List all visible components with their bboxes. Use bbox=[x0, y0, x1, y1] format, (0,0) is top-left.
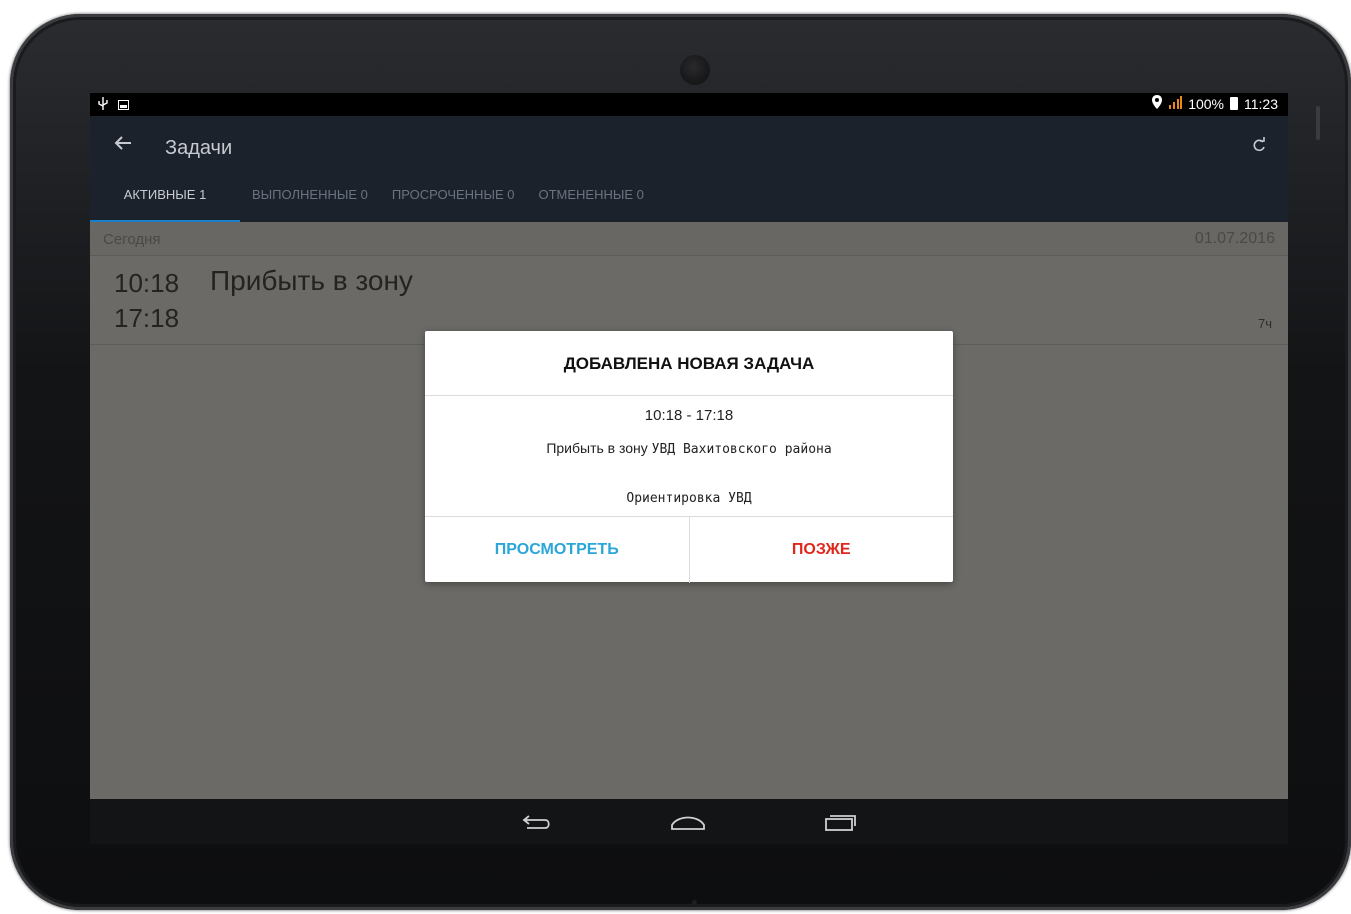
status-bar: 100% 11:23 bbox=[90, 93, 1288, 116]
image-icon bbox=[118, 97, 129, 113]
back-arrow-icon[interactable] bbox=[114, 134, 132, 157]
back-nav-icon[interactable] bbox=[517, 807, 557, 837]
usb-icon bbox=[98, 97, 108, 113]
tab-completed[interactable]: ВЫПОЛНЕННЫЕ 0 bbox=[240, 182, 380, 222]
signal-icon bbox=[1168, 95, 1183, 112]
dialog-message-prefix: Прибыть в зону bbox=[546, 440, 648, 456]
home-nav-icon[interactable] bbox=[668, 807, 708, 837]
tab-overdue[interactable]: ПРОСРОЧЕННЫЕ 0 bbox=[380, 182, 527, 222]
front-camera bbox=[680, 55, 710, 85]
tab-bar: АКТИВНЫЕ 1 ВЫПОЛНЕННЫЕ 0 ПРОСРОЧЕННЫЕ 0 … bbox=[90, 182, 656, 222]
dialog-message-detail: УВД Вахитовского района bbox=[651, 442, 832, 457]
task-end-time: 17:18 bbox=[114, 303, 180, 333]
dialog-note: Ориентировка УВД bbox=[626, 491, 752, 506]
task-title: Прибыть в зону bbox=[210, 265, 413, 296]
task-start-time: 10:18 bbox=[114, 268, 180, 298]
battery-percent: 100% bbox=[1188, 95, 1224, 112]
new-task-dialog: ДОБАВЛЕНА НОВАЯ ЗАДАЧА 10:18 - 17:18 При… bbox=[425, 331, 953, 583]
view-button[interactable]: ПРОСМОТРЕТЬ bbox=[425, 517, 690, 583]
page-title: Задачи bbox=[165, 137, 233, 159]
section-header: Сегодня 01.07.2016 bbox=[90, 222, 1288, 256]
navigation-bar bbox=[90, 799, 1288, 844]
tab-active[interactable]: АКТИВНЫЕ 1 bbox=[90, 182, 240, 222]
location-icon bbox=[1152, 95, 1163, 112]
power-button bbox=[1316, 106, 1320, 140]
dialog-time-range: 10:18 - 17:18 bbox=[644, 407, 734, 424]
dialog-title: ДОБАВЛЕНА НОВАЯ ЗАДАЧА bbox=[425, 331, 953, 396]
clock: 11:23 bbox=[1244, 95, 1278, 112]
battery-icon bbox=[1230, 97, 1238, 110]
section-label: Сегодня bbox=[103, 231, 161, 248]
later-button[interactable]: ПОЗЖЕ bbox=[690, 517, 954, 583]
microphone-dot bbox=[692, 900, 697, 905]
task-duration: 7ч bbox=[1257, 316, 1272, 331]
app-bar: Задачи АКТИВНЫЕ 1 ВЫПОЛНЕННЫЕ 0 ПРОСРОЧЕ… bbox=[90, 116, 1288, 222]
section-date: 01.07.2016 bbox=[1194, 230, 1275, 247]
refresh-icon[interactable] bbox=[1252, 136, 1266, 159]
tab-cancelled[interactable]: ОТМЕНЕННЫЕ 0 bbox=[526, 182, 655, 222]
recent-apps-icon[interactable] bbox=[820, 807, 860, 837]
dialog-message: Прибыть в зону УВД Вахитовского района bbox=[425, 440, 953, 457]
dialog-actions: ПРОСМОТРЕТЬ ПОЗЖЕ bbox=[425, 516, 953, 583]
